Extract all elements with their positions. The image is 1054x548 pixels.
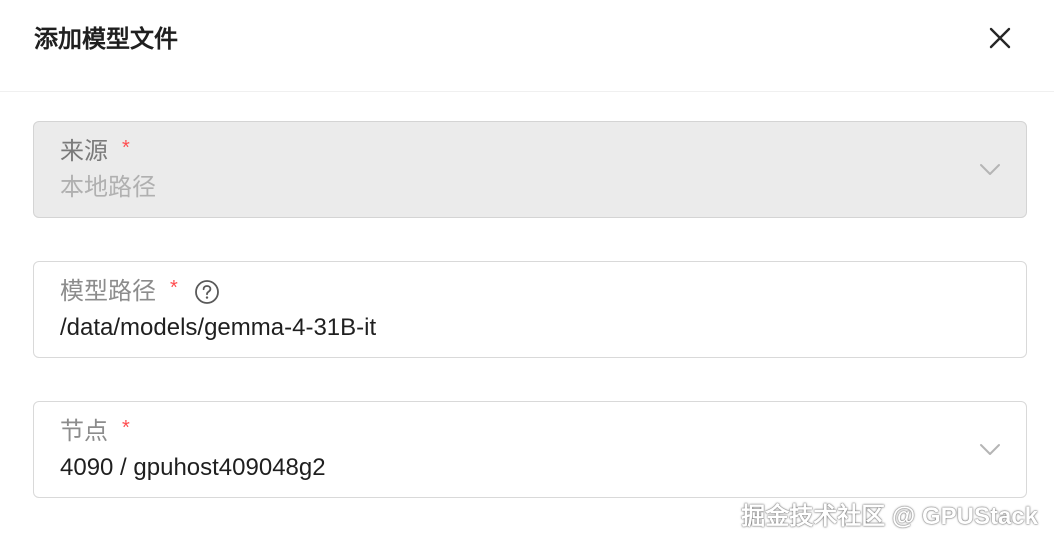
- required-mark: *: [170, 277, 178, 299]
- close-icon: [988, 26, 1012, 55]
- required-mark: *: [122, 137, 130, 159]
- node-select[interactable]: 节点 * 4090 / gpuhost409048g2: [33, 401, 1027, 498]
- source-value: 本地路径: [60, 174, 156, 201]
- model-path-label-text: 模型路径: [60, 278, 156, 305]
- model-path-input[interactable]: /data/models/gemma-4-31B-it: [60, 312, 376, 344]
- node-value: 4090 / gpuhost409048g2: [60, 454, 326, 481]
- question-circle-icon[interactable]: [194, 279, 220, 305]
- source-label: 来源 *: [60, 136, 130, 168]
- source-label-text: 来源: [60, 138, 108, 165]
- chevron-down-icon: [978, 158, 1002, 182]
- source-select[interactable]: 来源 * 本地路径: [33, 121, 1027, 218]
- close-button[interactable]: [982, 22, 1018, 58]
- node-label: 节点 *: [60, 416, 130, 448]
- required-mark: *: [122, 417, 130, 439]
- modal-header: 添加模型文件: [0, 0, 1054, 92]
- model-path-field[interactable]: 模型路径 * /data/models/gemma-4-31B-it: [33, 261, 1027, 358]
- modal-title: 添加模型文件: [34, 26, 178, 53]
- model-path-label: 模型路径 *: [60, 276, 220, 308]
- watermark: 掘金技术社区 @ GPUStack: [741, 503, 1038, 530]
- node-label-text: 节点: [60, 418, 108, 445]
- chevron-down-icon: [978, 438, 1002, 462]
